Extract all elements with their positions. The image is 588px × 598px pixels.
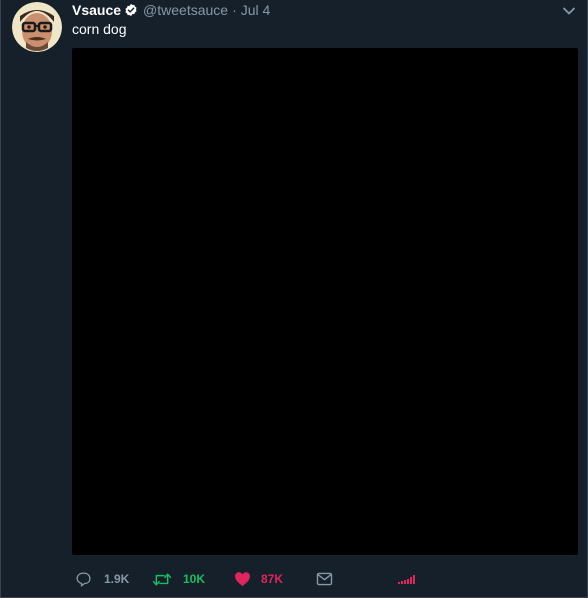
like-button[interactable]: 87K	[234, 571, 316, 587]
retweet-arrows-icon	[152, 572, 172, 586]
retweet-count: 10K	[183, 572, 206, 586]
tweet-text: corn dog	[72, 21, 127, 37]
heart-icon	[235, 572, 250, 587]
tweet-date[interactable]: Jul 4	[241, 2, 271, 18]
bar-chart-icon[interactable]	[398, 574, 415, 584]
avatar-image	[12, 2, 62, 52]
retweet-button[interactable]: 10K	[152, 571, 234, 588]
like-count: 87K	[261, 572, 284, 586]
verified-badge-icon	[124, 3, 138, 17]
direct-message-button[interactable]	[316, 572, 398, 586]
speech-bubble-icon	[76, 571, 91, 587]
envelope-icon	[316, 572, 333, 586]
author-name[interactable]: Vsauce	[72, 2, 121, 18]
separator-dot: ·	[232, 2, 237, 18]
tweet-header: Vsauce @tweetsauce · Jul 4	[72, 1, 270, 19]
reply-button[interactable]: 1.9K	[75, 571, 152, 588]
chevron-down-icon[interactable]	[561, 3, 577, 19]
tweet-media[interactable]	[72, 48, 578, 555]
author-handle[interactable]: @tweetsauce	[143, 2, 228, 18]
reply-count: 1.9K	[104, 572, 130, 586]
tweet-card[interactable]: Vsauce @tweetsauce · Jul 4 corn dog 1.9K	[0, 0, 588, 598]
avatar[interactable]	[12, 2, 62, 52]
tweet-actions: 1.9K 10K 87K	[75, 570, 415, 588]
